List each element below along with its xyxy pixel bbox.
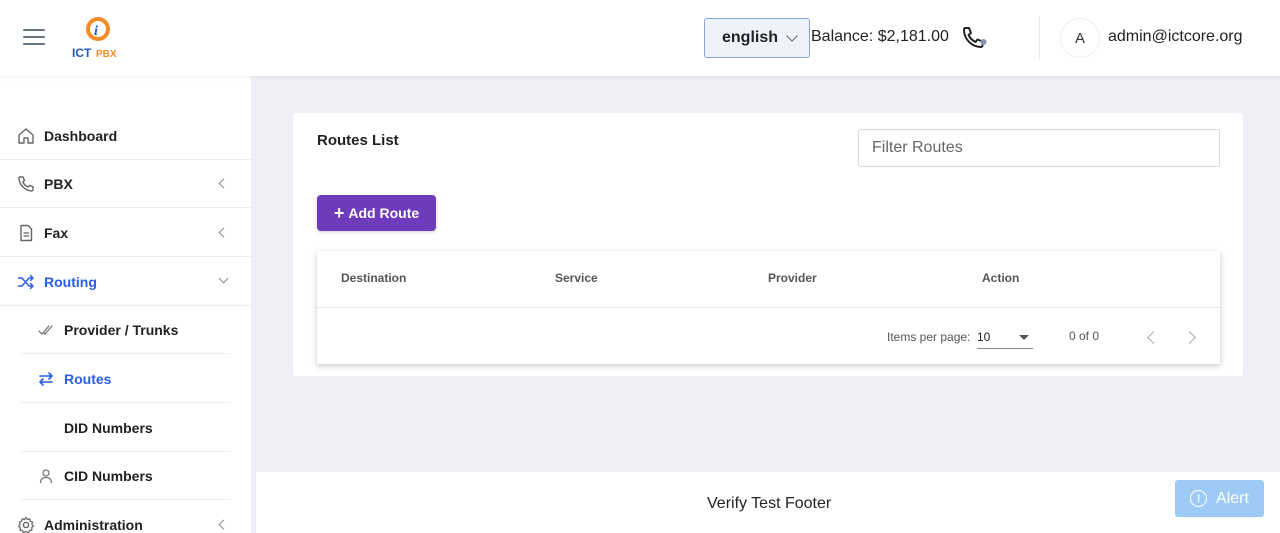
- sidebar-subitem-label: Provider / Trunks: [64, 321, 179, 338]
- sidebar-item-label: PBX: [44, 175, 73, 192]
- routes-table: Destination Service Provider Action Item…: [317, 251, 1220, 364]
- double-check-icon: [38, 324, 53, 335]
- balance-display: Balance: $2,181.00: [811, 28, 949, 45]
- column-header-destination[interactable]: Destination: [341, 271, 406, 285]
- gear-icon: [17, 516, 35, 533]
- chevron-left-icon: [1147, 331, 1160, 344]
- svg-text:ICT: ICT: [72, 46, 92, 60]
- alert-button[interactable]: ! Alert: [1175, 480, 1264, 517]
- routes-card: Routes List + Add Route Destination Serv…: [293, 113, 1243, 376]
- top-bar: i ICT PBX english Balance: $2,181.00 A a…: [0, 0, 1280, 76]
- footer-text: Verify Test Footer: [707, 495, 832, 512]
- chevron-left-icon: [218, 178, 229, 189]
- footer: Verify Test Footer: [256, 472, 1280, 533]
- sidebar-subitem-did-numbers[interactable]: DID Numbers: [20, 404, 231, 452]
- add-route-label: Add Route: [348, 205, 420, 221]
- language-value: english: [722, 29, 779, 46]
- column-header-provider[interactable]: Provider: [768, 271, 817, 285]
- svg-text:i: i: [94, 24, 98, 39]
- sidebar-item-label: Fax: [44, 224, 69, 241]
- svg-text:PBX: PBX: [96, 49, 117, 60]
- previous-page-button[interactable]: [1139, 325, 1163, 349]
- filter-routes-input[interactable]: [858, 129, 1220, 167]
- next-page-button[interactable]: [1179, 325, 1203, 349]
- page-title: Routes List: [317, 132, 399, 149]
- person-icon: [39, 468, 53, 483]
- user-email[interactable]: admin@ictcore.org: [1108, 28, 1243, 46]
- sidebar-item-label: Administration: [44, 517, 143, 533]
- pagination-range: 0 of 0: [1069, 329, 1100, 343]
- sidebar-subitem-cid-numbers[interactable]: CID Numbers: [20, 452, 231, 500]
- sidebar-subitem-routes[interactable]: Routes: [20, 355, 231, 403]
- sidebar-item-pbx[interactable]: PBX: [0, 160, 251, 208]
- document-icon: [20, 224, 33, 241]
- sidebar: Dashboard PBX Fax Routing Provider / Tru…: [0, 76, 251, 533]
- sidebar-subitem-label: CID Numbers: [64, 467, 153, 484]
- sidebar-item-dashboard[interactable]: Dashboard: [0, 112, 251, 160]
- chevron-right-icon: [1183, 331, 1196, 344]
- caret-down-icon: [1019, 335, 1029, 340]
- sidebar-item-routing[interactable]: Routing: [0, 258, 251, 306]
- items-per-page-value: 10: [977, 330, 991, 344]
- home-icon: [18, 127, 34, 144]
- chevron-down-icon: [218, 273, 229, 284]
- add-route-button[interactable]: + Add Route: [317, 195, 436, 231]
- shuffle-icon: [17, 274, 34, 289]
- swap-icon: [39, 371, 53, 386]
- items-per-page-label: Items per page:: [887, 330, 971, 344]
- sidebar-item-fax[interactable]: Fax: [0, 209, 251, 257]
- column-header-service[interactable]: Service: [555, 271, 598, 285]
- chevron-left-icon: [218, 227, 229, 238]
- sidebar-item-label: Routing: [44, 273, 97, 290]
- sidebar-item-administration[interactable]: Administration: [0, 501, 251, 533]
- logo[interactable]: i ICT PBX: [70, 16, 126, 60]
- menu-icon[interactable]: [23, 29, 45, 45]
- phone-status-icon[interactable]: [960, 24, 988, 52]
- chevron-down-icon: [786, 30, 798, 42]
- language-select[interactable]: english: [704, 18, 810, 58]
- sidebar-subitem-label: DID Numbers: [64, 419, 153, 436]
- phone-icon: [18, 175, 34, 192]
- sidebar-subitem-label: Routes: [64, 370, 112, 387]
- alert-label: Alert: [1216, 489, 1249, 507]
- table-header-divider: [317, 307, 1220, 308]
- plus-icon: +: [333, 202, 345, 223]
- chevron-left-icon: [218, 519, 229, 530]
- column-header-action: Action: [982, 271, 1020, 285]
- items-per-page-select[interactable]: 10: [977, 325, 1033, 349]
- sidebar-subitem-provider-trunks[interactable]: Provider / Trunks: [20, 306, 231, 354]
- avatar[interactable]: A: [1060, 18, 1100, 58]
- sidebar-item-label: Dashboard: [44, 127, 118, 144]
- alert-icon: !: [1190, 490, 1208, 507]
- header-divider: [1039, 17, 1040, 59]
